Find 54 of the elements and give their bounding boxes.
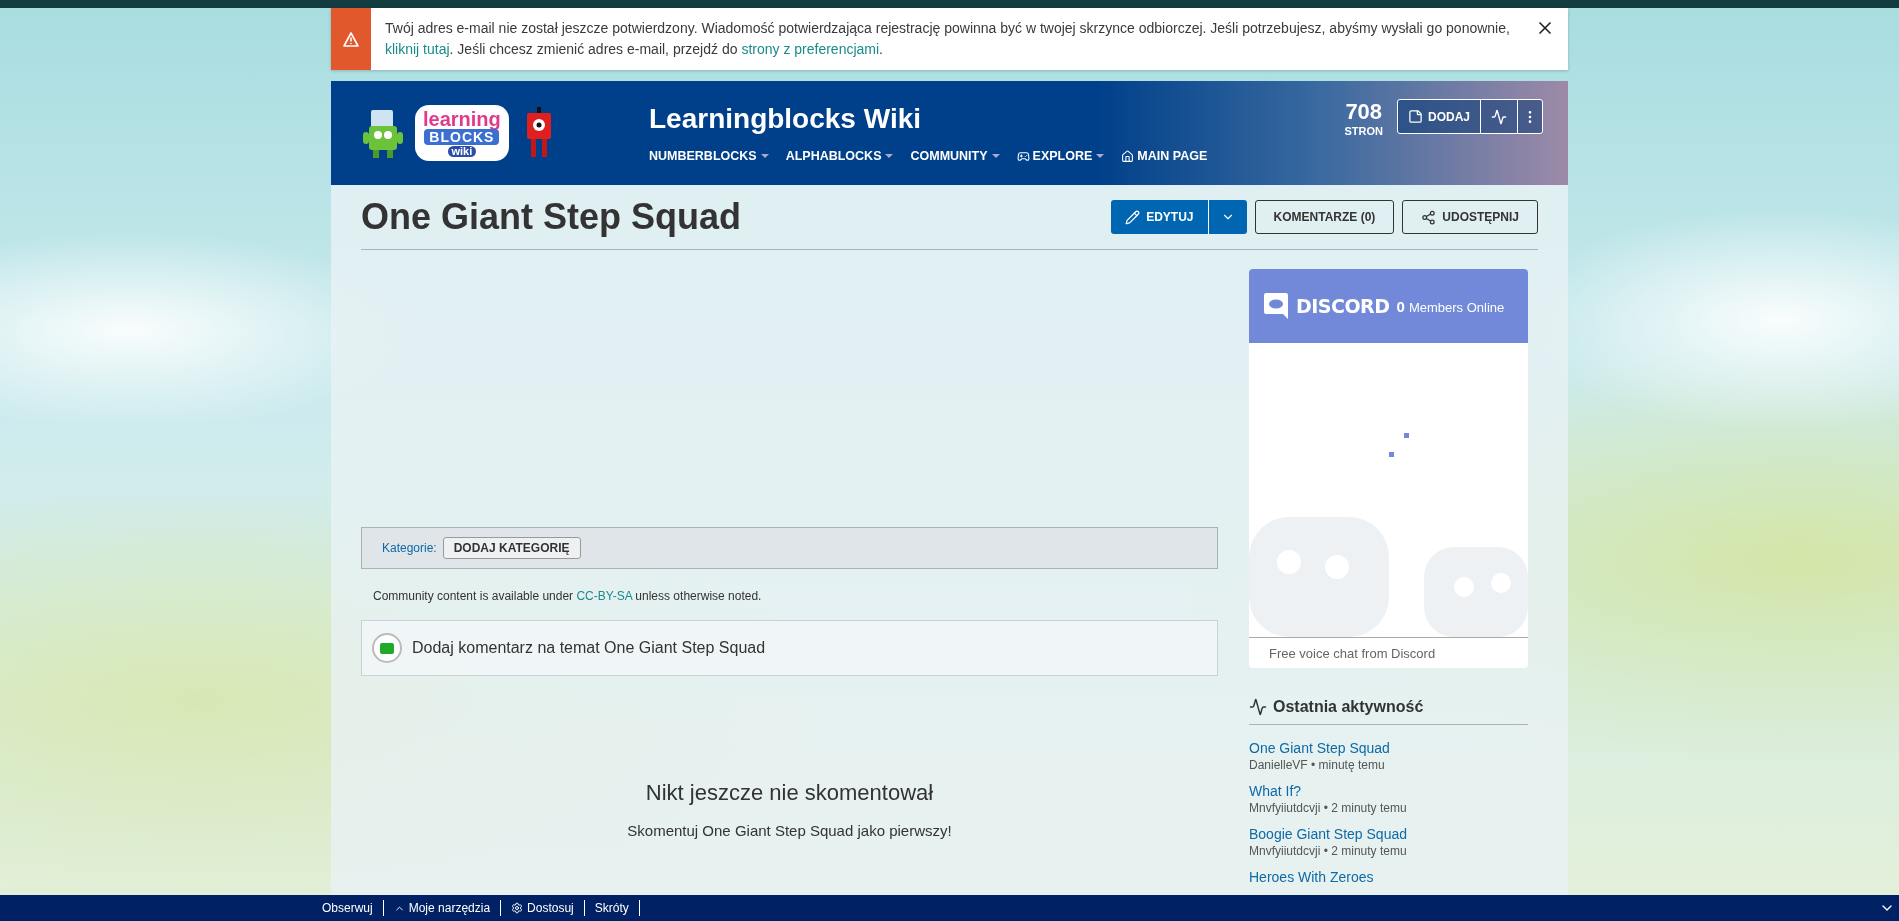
caret-icon <box>759 153 770 159</box>
comments-button[interactable]: KOMENTARZE (0) <box>1254 200 1395 234</box>
nav-item[interactable]: COMMUNITY <box>910 149 1001 163</box>
page-title: One Giant Step Squad <box>361 196 742 238</box>
nav-item[interactable]: ALPHABLOCKS <box>785 149 895 163</box>
comment-input[interactable]: Dodaj komentarz na temat One Giant Step Squad <box>361 620 1218 676</box>
page-icon <box>1408 109 1423 124</box>
notice-link[interactable]: kliknij tutaj <box>385 41 450 57</box>
empty-comments-text: Skomentuj One Giant Step Squad jako pierwszy! <box>626 822 953 839</box>
categories-link[interactable]: Kategorie: <box>382 541 437 555</box>
settings-icon <box>511 902 524 914</box>
license-link[interactable]: CC-BY-SA <box>576 589 632 603</box>
page-count: 708 <box>1345 99 1383 125</box>
discord-footer: Free voice chat from Discord <box>1249 637 1528 668</box>
share-icon <box>1421 209 1437 225</box>
wiki-name[interactable]: Learningblocks Wiki <box>649 103 1345 135</box>
warning-icon <box>343 31 359 47</box>
activity-meta: DanielleVF • minutę temu <box>1249 758 1386 772</box>
home-icon <box>1121 149 1135 163</box>
activity-link[interactable]: One Giant Step Squad <box>1249 740 1528 756</box>
activity-icon <box>1249 698 1267 716</box>
loading-icon <box>1388 433 1409 457</box>
activity-icon <box>1491 108 1507 125</box>
activity-link[interactable]: Heroes With Zeroes <box>1249 869 1528 885</box>
gamepad-icon <box>1016 149 1030 163</box>
caret-icon <box>1095 153 1106 159</box>
nav-item[interactable]: MAIN PAGE <box>1121 149 1208 163</box>
discord-logo-icon <box>1263 292 1289 320</box>
members-online: 0 Members Online <box>1396 297 1505 315</box>
toolbar-item[interactable]: Dostosuj <box>501 900 585 916</box>
activity-link[interactable]: Boogie Giant Step Squad <box>1249 826 1528 842</box>
pencil-icon <box>1125 209 1141 225</box>
toolbar-item[interactable]: Obserwuj <box>312 900 384 916</box>
notice-message: Twój adres e-mail nie został jeszcze potwierdzony. Wiadomość potwierdzająca rejestrację powinna być w twojej skrzynce odbiorczej. Jeśli potrzebujesz, abyśmy wysłali go ponownie, kliknij tutaj. Jeśli chcesz zmienić adres e-mail, przejdź do strony z preferencjami. <box>384 19 1511 59</box>
add-category-button[interactable]: DODAJ KATEGORIĘ <box>442 537 581 559</box>
recent-activity-title: Ostatnia aktywność <box>1273 698 1424 716</box>
toolbar-item[interactable]: Skróty <box>584 900 640 916</box>
caret-icon <box>990 153 1001 159</box>
nav-item[interactable]: EXPLORE <box>1016 149 1106 163</box>
toolbar-item[interactable]: Moje narzędzia <box>383 900 502 916</box>
avatar-icon <box>372 633 402 663</box>
page-count-label: STRON <box>1344 125 1383 137</box>
edit-button[interactable]: EDYTUJ <box>1111 200 1208 234</box>
wiki-logo[interactable]: learning BLOCKS wiki <box>415 105 509 161</box>
caret-icon <box>884 153 895 159</box>
share-button[interactable]: UDOSTĘPNIJ <box>1402 200 1538 234</box>
activity-link[interactable]: What If? <box>1249 783 1528 799</box>
license-text: Community content is available under CC-BY-SA unless otherwise noted. <box>373 589 763 603</box>
activity-meta: Mnvfyiiutdcvji • 2 minuty temu <box>1249 844 1408 858</box>
nav-item[interactable]: NUMBERBLOCKS <box>649 149 770 163</box>
discord-brand: DISCORD <box>1296 295 1390 317</box>
empty-comments-title: Nikt jeszcze nie skomentował <box>644 780 935 806</box>
activity-meta: Mnvfyiiutdcvji • 2 minuty temu <box>1249 801 1408 815</box>
edit-options-button[interactable] <box>1207 200 1247 234</box>
